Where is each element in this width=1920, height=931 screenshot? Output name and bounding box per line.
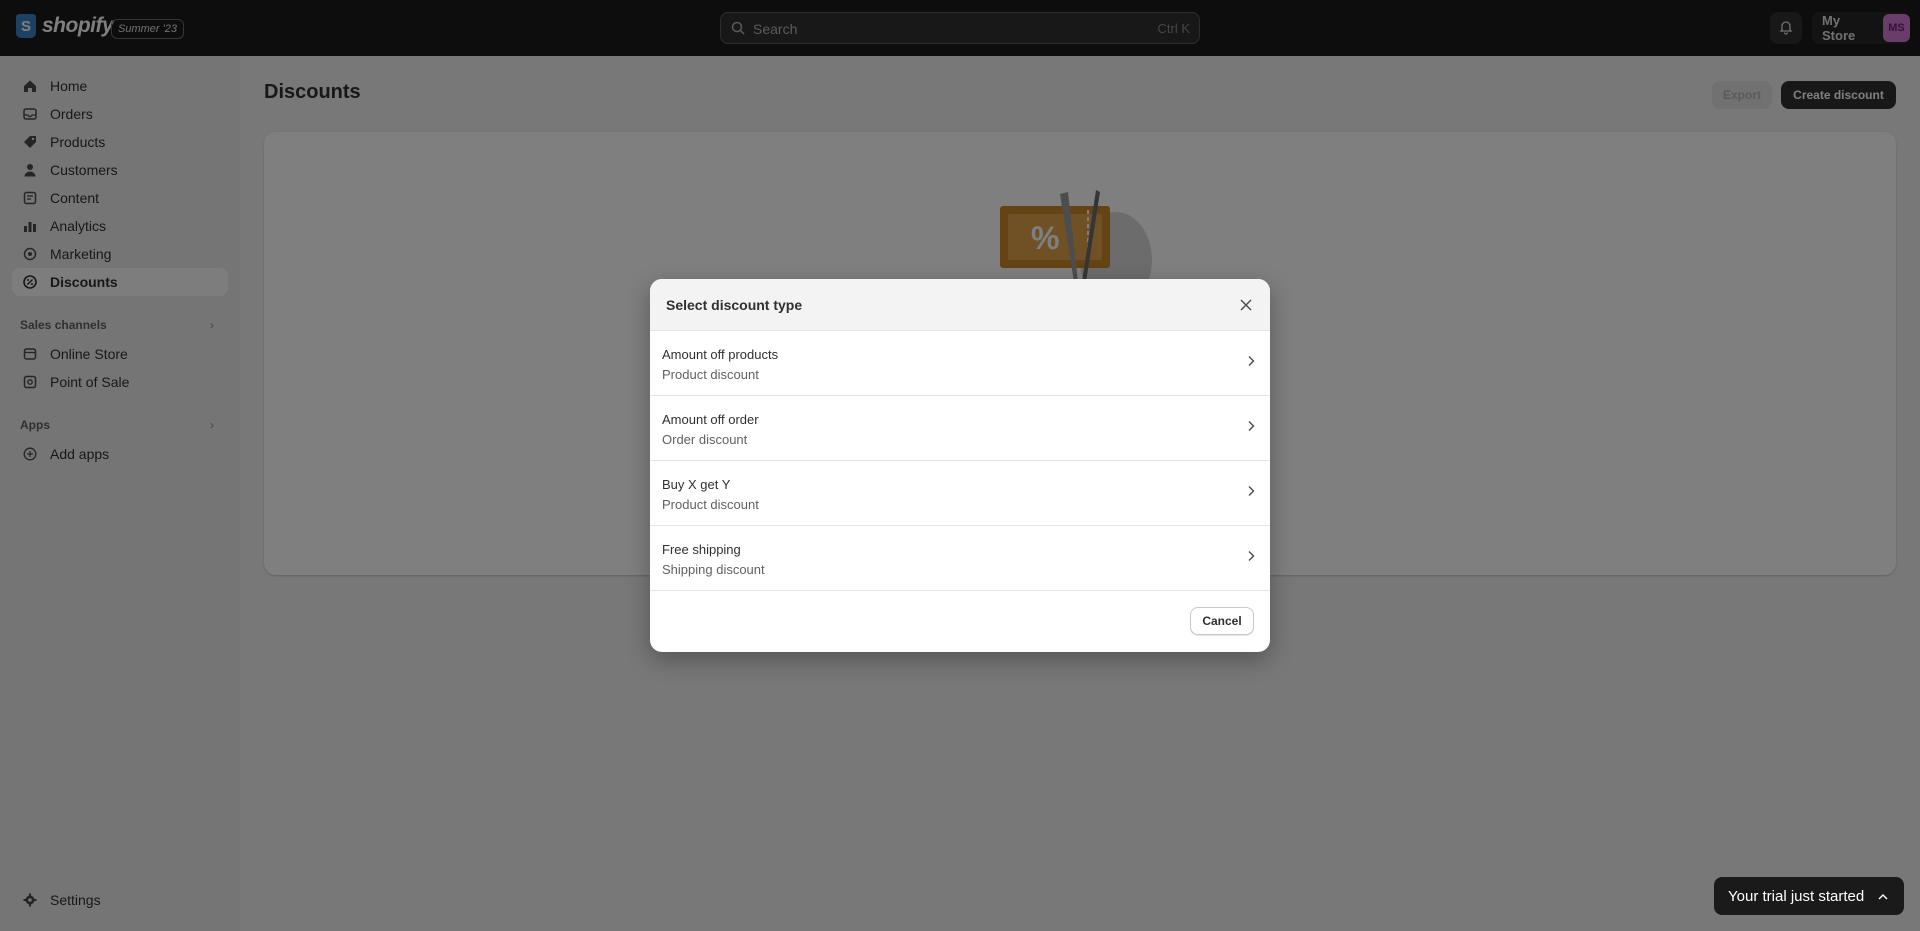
trial-banner-button[interactable]: Your trial just started [1714,877,1904,915]
option-subtitle: Shipping discount [662,562,765,577]
option-free-shipping[interactable]: Free shipping Shipping discount [650,526,1270,591]
chevron-right-icon [1246,550,1256,565]
modal-header: Select discount type [650,279,1270,331]
chevron-right-icon [1246,420,1256,435]
option-subtitle: Order discount [662,432,748,447]
option-subtitle: Product discount [662,497,759,512]
chevron-right-icon [1246,355,1256,370]
cancel-button[interactable]: Cancel [1190,607,1254,635]
option-subtitle: Product discount [662,367,759,382]
option-title: Free shipping [662,542,741,557]
select-discount-type-modal: Select discount type Amount off products… [650,279,1270,652]
option-title: Amount off order [662,412,759,427]
trial-label: Your trial just started [1728,887,1865,905]
option-title: Buy X get Y [662,477,731,492]
option-buy-x-get-y[interactable]: Buy X get Y Product discount [650,461,1270,526]
modal-footer: Cancel [650,591,1270,651]
chevron-up-icon [1878,888,1888,905]
option-amount-off-products[interactable]: Amount off products Product discount [650,331,1270,396]
chevron-right-icon [1246,485,1256,500]
option-amount-off-order[interactable]: Amount off order Order discount [650,396,1270,461]
close-icon[interactable] [1236,295,1256,315]
option-title: Amount off products [662,347,779,362]
modal-title: Select discount type [666,296,803,313]
